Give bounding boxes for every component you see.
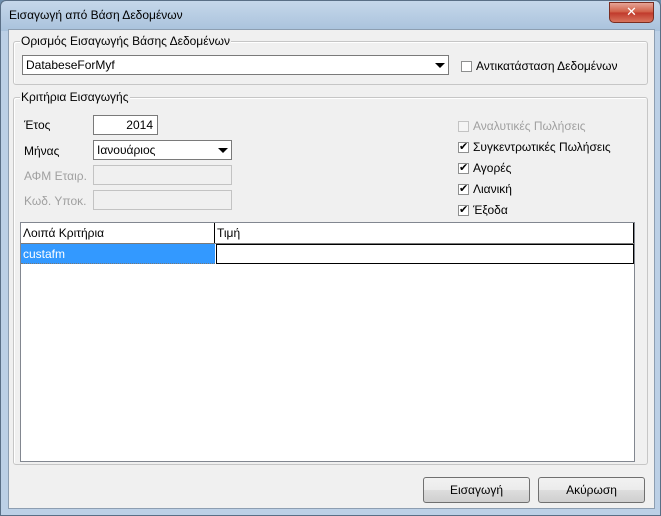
retail-label: Λιανική bbox=[473, 182, 512, 196]
expenses-label: Έξοδα bbox=[473, 203, 508, 217]
branch-code-label: Κωδ. Υποκ. bbox=[24, 194, 87, 208]
dialog-body: Ορισμός Εισαγωγής Βάσης Δεδομένων Databe… bbox=[8, 29, 655, 509]
cancel-button[interactable]: Ακύρωση bbox=[538, 477, 645, 503]
check-icon: ✔ bbox=[459, 202, 469, 216]
analytic-sales-label: Αναλυτικές Πωλήσεις bbox=[473, 119, 586, 133]
replace-data-checkbox[interactable] bbox=[461, 60, 472, 72]
database-combobox[interactable]: DatabeseForMyf bbox=[22, 55, 449, 75]
purchases-label: Αγορές bbox=[473, 161, 512, 175]
month-label: Μήνας bbox=[24, 144, 60, 158]
branch-code-input[interactable] bbox=[93, 190, 232, 210]
afm-label: ΑΦΜ Εταιρ. bbox=[24, 169, 87, 183]
check-icon: ✔ bbox=[459, 139, 469, 153]
summary-sales-checkbox[interactable]: ✔ bbox=[458, 139, 469, 153]
expenses-checkbox-row[interactable]: ✔ Έξοδα bbox=[458, 203, 508, 217]
database-group: Ορισμός Εισαγωγής Βάσης Δεδομένων Databe… bbox=[13, 34, 648, 85]
retail-checkbox-row[interactable]: ✔ Λιανική bbox=[458, 182, 512, 196]
month-combobox[interactable]: Ιανουάριος bbox=[93, 140, 232, 160]
column-header-criteria[interactable]: Λοιπά Κριτήρια bbox=[21, 223, 215, 243]
import-button[interactable]: Εισαγωγή bbox=[423, 477, 530, 503]
replace-data-checkbox-row[interactable]: Αντικατάσταση Δεδομένων bbox=[461, 59, 618, 73]
database-group-label: Ορισμός Εισαγωγής Βάσης Δεδομένων bbox=[20, 34, 231, 48]
year-value: 2014 bbox=[126, 118, 153, 132]
summary-sales-checkbox-row[interactable]: ✔ Συγκεντρωτικές Πωλήσεις bbox=[458, 140, 611, 154]
title-bar[interactable]: Εισαγωγή από Βάση Δεδομένων ✕ bbox=[1, 1, 660, 29]
summary-sales-label: Συγκεντρωτικές Πωλήσεις bbox=[473, 140, 611, 154]
retail-checkbox[interactable]: ✔ bbox=[458, 181, 469, 195]
purchases-checkbox[interactable]: ✔ bbox=[458, 160, 469, 174]
analytic-sales-checkbox[interactable] bbox=[458, 120, 469, 132]
database-value: DatabeseForMyf bbox=[26, 58, 115, 72]
column-header-value[interactable]: Τιμή bbox=[215, 223, 634, 243]
chevron-down-icon[interactable] bbox=[214, 141, 231, 159]
window-title: Εισαγωγή από Βάση Δεδομένων bbox=[9, 8, 183, 22]
replace-data-label: Αντικατάσταση Δεδομένων bbox=[476, 59, 618, 73]
import-dialog: Εισαγωγή από Βάση Δεδομένων ✕ Ορισμός Ει… bbox=[0, 0, 661, 516]
check-icon: ✔ bbox=[459, 160, 469, 174]
check-icon: ✔ bbox=[459, 181, 469, 195]
afm-input[interactable] bbox=[93, 165, 232, 185]
month-value: Ιανουάριος bbox=[97, 143, 156, 157]
grid-header: Λοιπά Κριτήρια Τιμή bbox=[21, 223, 634, 244]
purchases-checkbox-row[interactable]: ✔ Αγορές bbox=[458, 161, 511, 175]
chevron-down-icon[interactable] bbox=[431, 56, 448, 74]
table-row[interactable]: custafm bbox=[21, 244, 634, 265]
close-icon: ✕ bbox=[626, 5, 637, 20]
criterion-cell[interactable]: custafm bbox=[21, 244, 215, 264]
year-input[interactable]: 2014 bbox=[93, 115, 158, 135]
close-button[interactable]: ✕ bbox=[609, 2, 654, 23]
criteria-group-label: Κριτήρια Εισαγωγής bbox=[20, 90, 130, 104]
year-label: Έτος bbox=[24, 118, 51, 132]
criteria-grid[interactable]: Λοιπά Κριτήρια Τιμή custafm bbox=[20, 222, 635, 462]
analytic-sales-checkbox-row[interactable]: Αναλυτικές Πωλήσεις bbox=[458, 119, 586, 133]
value-cell-input[interactable] bbox=[216, 244, 634, 264]
expenses-checkbox[interactable]: ✔ bbox=[458, 202, 469, 216]
